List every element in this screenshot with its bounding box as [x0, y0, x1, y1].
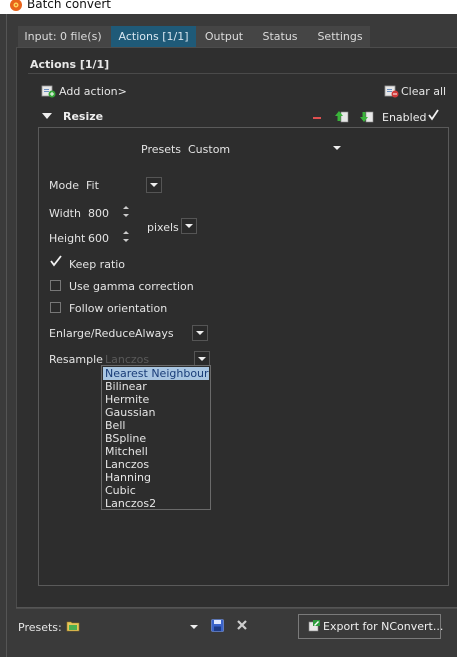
presets-label: Presets [141, 143, 182, 156]
action-title: Resize [63, 110, 104, 123]
resample-option[interactable]: Gaussian [103, 406, 209, 419]
width-spinner[interactable] [121, 205, 133, 219]
keep-ratio-label: Keep ratio [69, 258, 126, 271]
export-label: Export for NConvert... [323, 620, 444, 633]
delete-icon[interactable] [236, 619, 248, 631]
gamma-checkbox[interactable] [50, 280, 61, 291]
remove-action-icon[interactable] [313, 117, 321, 119]
move-down-icon[interactable] [360, 110, 374, 124]
clear-all-button[interactable]: Clear all [384, 84, 446, 100]
resample-dropdown-list: Nearest Neighbour Bilinear Hermite Gaussian… [101, 365, 211, 510]
divider [28, 73, 457, 74]
enlarge-value[interactable]: Always [135, 327, 174, 340]
enlarge-dropdown-button[interactable] [192, 325, 208, 341]
mode-value[interactable]: Fit [86, 179, 99, 192]
resample-option[interactable]: Cubic [103, 484, 209, 497]
window-title: Batch convert [27, 0, 111, 11]
clear-all-icon [384, 85, 399, 98]
tab-output[interactable]: Output [198, 26, 250, 47]
export-nconvert-button[interactable]: Export for NConvert... [298, 614, 444, 639]
width-label: Width [49, 207, 81, 220]
unit-dropdown-button[interactable] [181, 218, 197, 234]
orientation-checkbox[interactable] [50, 302, 61, 313]
resample-option[interactable]: Hermite [103, 393, 209, 406]
resample-option[interactable]: Lanczos2 [103, 497, 209, 510]
presets-value[interactable]: Custom [188, 143, 230, 156]
resample-option[interactable]: Bell [103, 419, 209, 432]
resample-option[interactable]: Hanning [103, 471, 209, 484]
tab-input[interactable]: Input: 0 file(s) [18, 26, 108, 47]
resample-option[interactable]: Mitchell [103, 445, 209, 458]
enabled-label: Enabled [382, 111, 427, 124]
enabled-checkbox[interactable] [427, 109, 440, 122]
title-bar: Batch convert [0, 0, 457, 14]
add-action-label: Add action> [59, 85, 127, 98]
enlarge-label: Enlarge/Reduce [49, 327, 136, 340]
unit-value[interactable]: pixels [147, 221, 179, 234]
resample-option[interactable]: Bilinear [103, 380, 209, 393]
footer-divider [16, 607, 457, 608]
footer-presets-dropdown-button[interactable] [187, 620, 201, 634]
panel-title: Actions [1/1] [30, 58, 110, 71]
move-up-icon[interactable] [335, 110, 349, 124]
add-action-icon [41, 85, 56, 98]
tab-actions[interactable]: Actions [1/1] [111, 26, 196, 47]
height-input[interactable]: 600 [88, 232, 109, 245]
resample-label: Resample [49, 353, 103, 366]
presets-dropdown-button[interactable] [330, 141, 344, 155]
keep-ratio-checkbox[interactable] [50, 255, 62, 267]
resample-option[interactable]: Nearest Neighbour [103, 367, 209, 380]
width-input[interactable]: 800 [88, 207, 109, 220]
app-logo-icon [10, 0, 22, 11]
height-spinner[interactable] [121, 230, 133, 244]
height-label: Height [49, 232, 86, 245]
resample-option[interactable]: Lanczos [103, 458, 209, 471]
footer-presets-label: Presets: [18, 621, 62, 634]
orientation-label: Follow orientation [69, 302, 168, 315]
tab-settings[interactable]: Settings [310, 26, 370, 47]
tab-status[interactable]: Status [254, 26, 306, 47]
clear-all-label: Clear all [401, 85, 447, 98]
save-icon[interactable] [211, 619, 224, 632]
collapse-arrow-icon[interactable] [42, 113, 52, 119]
add-action-button[interactable]: Add action> [41, 84, 127, 100]
mode-label: Mode [49, 179, 79, 192]
gamma-label: Use gamma correction [69, 280, 194, 293]
export-icon [308, 620, 320, 632]
folder-icon[interactable] [66, 620, 80, 632]
mode-dropdown-button[interactable] [146, 177, 162, 193]
action-header: Resize Enabled [36, 108, 457, 128]
resample-option[interactable]: BSpline [103, 432, 209, 445]
